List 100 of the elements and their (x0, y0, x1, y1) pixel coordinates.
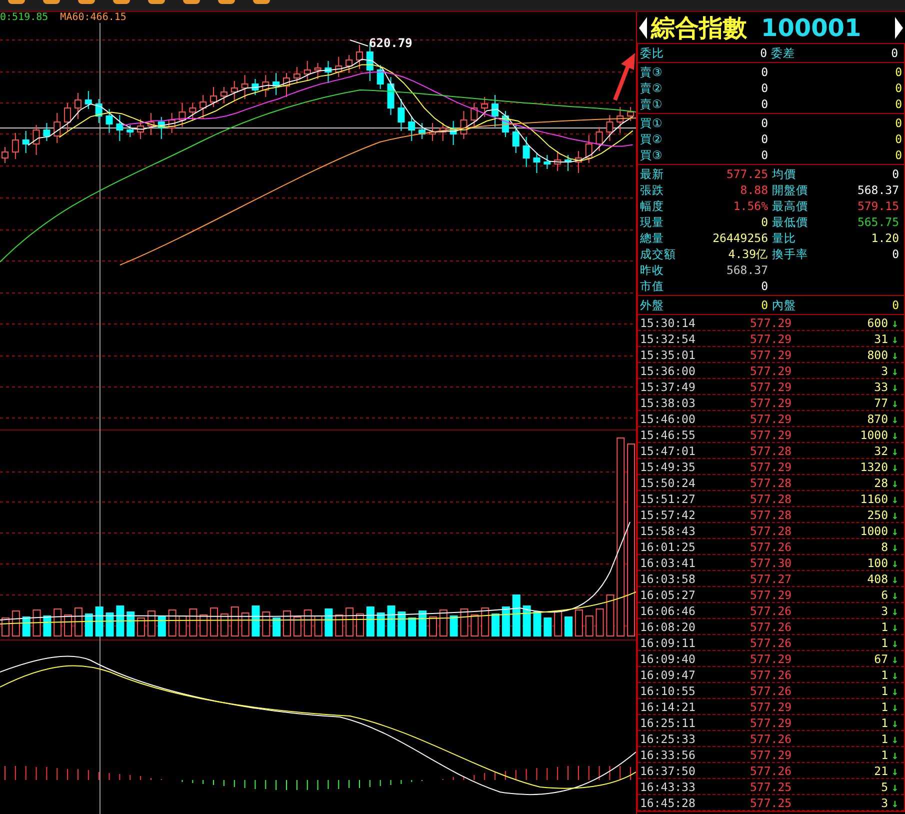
trade-direction-arrow: ↓ (890, 652, 900, 666)
trade-time: 16:45:28 (640, 796, 696, 810)
trade-time: 15:51:27 (640, 492, 696, 506)
field-label: 量比 (772, 230, 797, 246)
trade-volume: 1 (880, 716, 888, 730)
trade-price: 577.30 (750, 556, 793, 570)
trade-time: 15:46:00 (640, 412, 696, 426)
trade-volume: 1 (880, 636, 888, 650)
trade-volume: 1 (880, 684, 888, 698)
field-label: 開盤價 (772, 182, 809, 198)
field-value: 0 (760, 298, 769, 312)
field-value: 568.37 (856, 183, 899, 197)
trade-direction-arrow: ↓ (890, 316, 900, 330)
trade-direction-arrow: ↓ (890, 684, 900, 698)
trade-direction-arrow: ↓ (890, 476, 900, 490)
trade-volume: 8 (880, 540, 888, 554)
trade-price: 577.26 (750, 540, 793, 554)
trade-time: 16:03:58 (640, 572, 696, 586)
trade-time: 15:49:35 (640, 460, 696, 474)
trade-price: 577.29 (750, 588, 793, 602)
trade-price: 577.26 (750, 620, 793, 634)
field-value: 8.88 (739, 183, 769, 197)
field-label: 委差 (771, 46, 796, 60)
trade-time: 15:38:03 (640, 396, 696, 410)
field-label: 換手率 (772, 246, 809, 262)
field-label: 市值 (640, 278, 665, 294)
trade-volume: 1 (880, 732, 888, 746)
field-label: 昨收 (640, 262, 665, 278)
field-label: 委比 (640, 46, 665, 60)
trade-time: 15:37:49 (640, 380, 696, 394)
field-label: 現量 (640, 214, 665, 230)
toolbar-button[interactable] (113, 0, 130, 4)
previous-icon[interactable] (639, 16, 647, 38)
field-value: 4.39亿 (727, 246, 769, 262)
trade-time: 15:58:43 (640, 524, 696, 538)
trade-volume: 32 (873, 444, 888, 458)
trade-direction-arrow: ↓ (890, 540, 900, 554)
trade-time: 15:35:01 (640, 348, 696, 362)
moving-average-label: 0:519.85 (0, 12, 48, 23)
trade-volume: 33 (873, 380, 888, 394)
trade-direction-arrow: ↓ (890, 620, 900, 634)
trade-direction-arrow: ↓ (890, 732, 900, 746)
trade-direction-arrow: ↓ (890, 636, 900, 650)
trade-price: 577.29 (750, 380, 793, 394)
trade-price: 577.29 (750, 748, 793, 762)
trade-time: 16:25:11 (640, 716, 696, 730)
trade-volume: 100 (866, 556, 888, 570)
toolbar-button[interactable] (43, 0, 60, 4)
trade-time: 16:43:33 (640, 780, 696, 794)
trade-volume: 77 (873, 396, 888, 410)
trade-volume: 3 (880, 364, 888, 378)
trade-volume: 250 (866, 508, 888, 522)
bid-level-label: 買③ (640, 148, 664, 162)
toolbar-button[interactable] (218, 0, 235, 4)
trade-time: 15:32:54 (640, 332, 696, 346)
trade-time: 16:05:27 (640, 588, 696, 602)
trade-price: 577.29 (750, 316, 793, 330)
trade-volume: 600 (866, 316, 888, 330)
trade-direction-arrow: ↓ (890, 380, 900, 394)
trade-volume: 31 (873, 332, 888, 346)
trade-direction-arrow: ↓ (890, 348, 900, 362)
ask-level-label: 賣② (640, 80, 664, 96)
bid-volume: 0 (894, 116, 902, 130)
trade-time: 16:06:46 (640, 604, 696, 618)
trade-direction-arrow: ↓ (890, 412, 900, 426)
ask-level-label: 賣① (640, 96, 664, 112)
toolbar-button[interactable] (253, 0, 270, 4)
toolbar-button[interactable] (78, 0, 95, 4)
trade-volume: 1 (880, 700, 888, 714)
bid-volume: 0 (894, 132, 902, 146)
field-value: 0 (891, 298, 899, 312)
trade-time: 16:10:55 (640, 684, 696, 698)
trade-price: 577.26 (750, 636, 793, 650)
trade-direction-arrow: ↓ (890, 556, 900, 570)
trade-volume: 1 (880, 620, 888, 634)
trade-price: 577.26 (750, 604, 793, 618)
toolbar-button[interactable] (148, 0, 165, 4)
toolbar-button[interactable] (8, 0, 25, 4)
annotation-arrow (613, 53, 635, 101)
trade-volume: 28 (873, 476, 888, 490)
index-name: 綜合指數 (651, 12, 747, 44)
trade-price: 577.26 (750, 764, 793, 778)
trade-volume: 408 (866, 572, 888, 586)
bid-level-label: 買① (640, 116, 664, 130)
trade-time: 16:09:11 (640, 636, 696, 650)
trade-price: 577.28 (750, 524, 793, 538)
bid-price: 0 (760, 148, 769, 162)
trade-direction-arrow: ↓ (890, 796, 900, 810)
ask-volume: 0 (894, 97, 902, 111)
trade-time: 16:14:21 (640, 700, 696, 714)
toolbar-button[interactable] (183, 0, 200, 4)
trade-time: 15:57:42 (640, 508, 696, 522)
trade-price: 577.29 (750, 652, 793, 666)
ask-volume: 0 (894, 65, 902, 79)
trade-volume: 3 (880, 604, 888, 618)
trade-price: 577.29 (750, 348, 793, 362)
field-label: 最新 (640, 166, 665, 182)
field-label: 均價 (772, 166, 797, 182)
next-icon[interactable] (895, 16, 903, 38)
field-label: 張跌 (640, 182, 665, 198)
